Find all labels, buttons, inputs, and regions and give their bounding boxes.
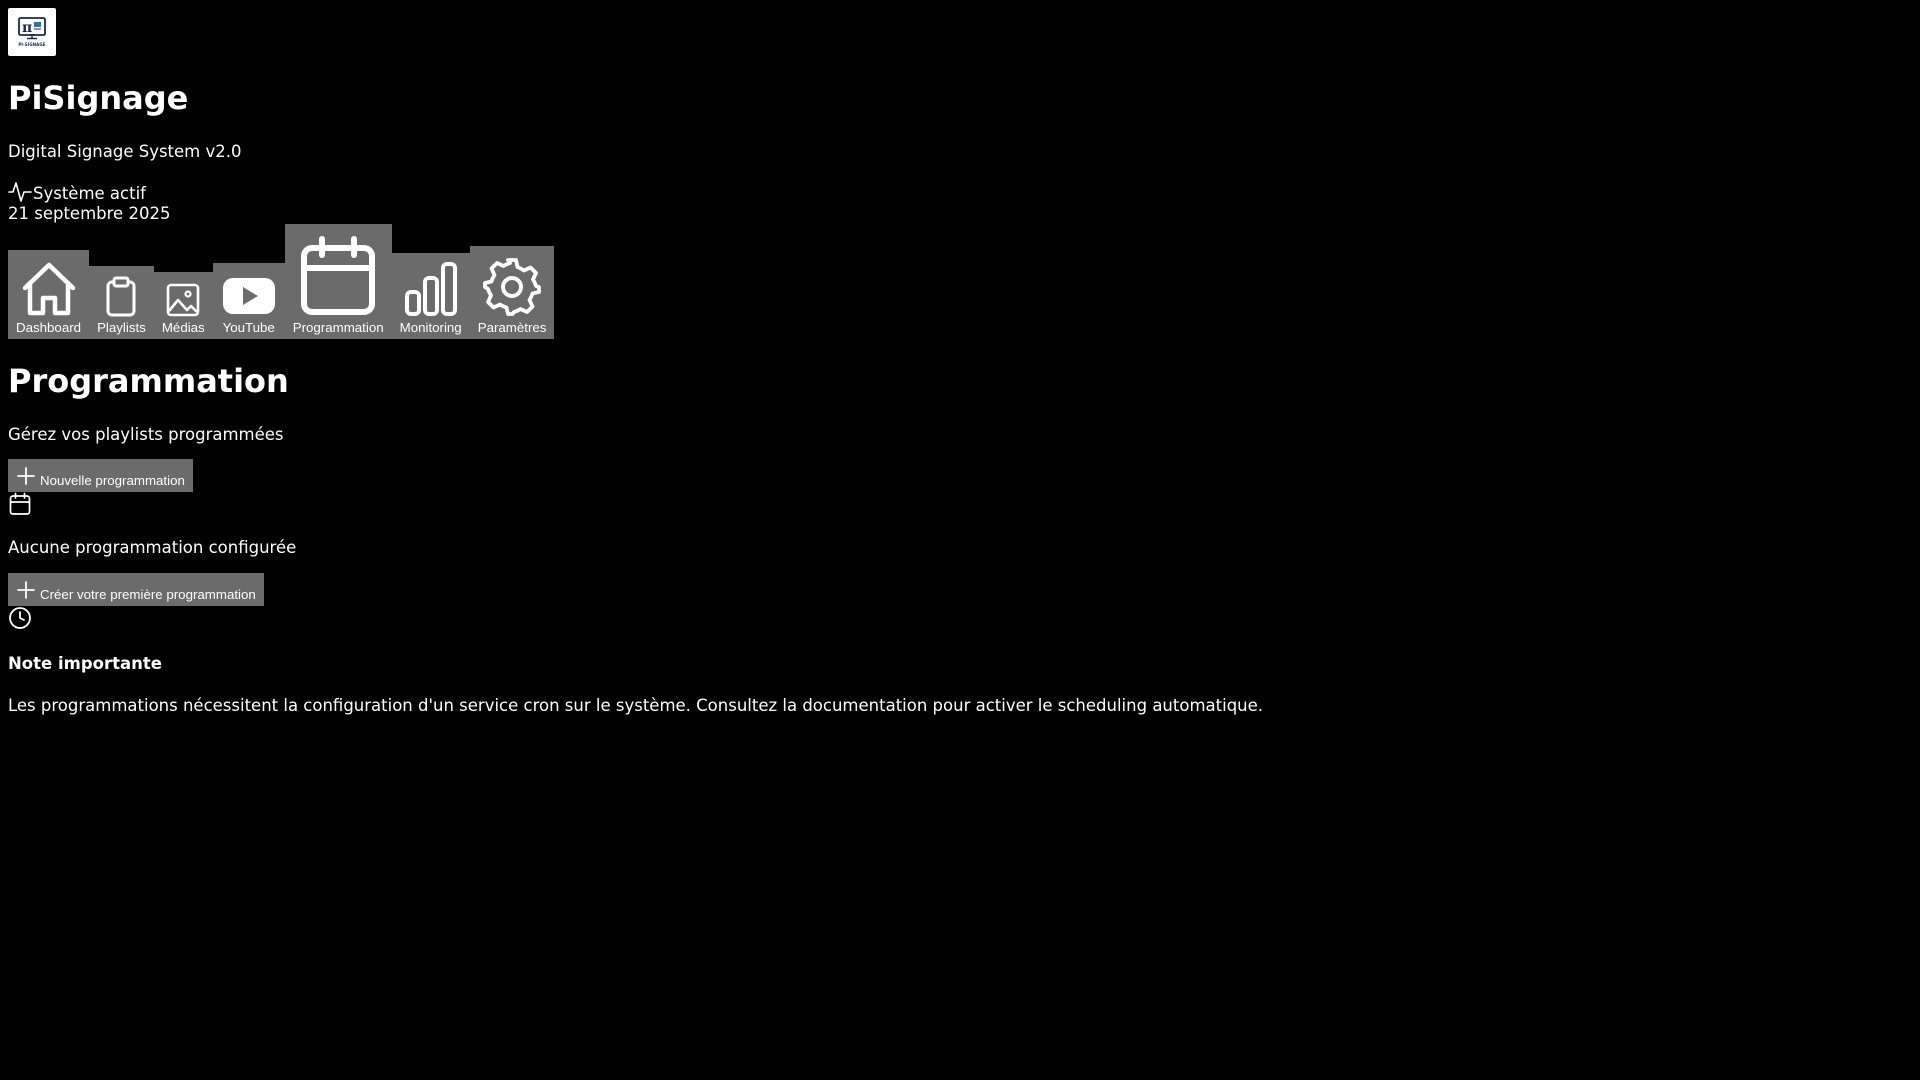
plus-icon [17,467,35,486]
note-text: Les programmations nécessitent la config… [8,695,1264,715]
clipboard-icon [106,276,136,317]
home-icon [22,263,75,316]
status-text: Système actif [33,184,146,203]
nav-label-monitoring: Monitoring [399,320,462,336]
empty-state-text: Aucune programmation configurée [8,538,297,558]
gear-icon [483,258,541,317]
app-title: PiSignage [8,79,189,117]
youtube-icon [222,278,275,315]
nav-label-programmation: Programmation [292,320,384,336]
nav-dashboard[interactable]: Dashboard [8,249,90,339]
activity-icon [8,181,32,202]
nav-label-dashboard: Dashboard [16,320,82,336]
section-title: Programmation [8,361,289,400]
nav-parametres[interactable]: Paramètres [469,245,555,339]
app-subtitle: Digital Signage System v2.0 [8,142,242,161]
new-schedule-button[interactable]: Nouvelle programmation [8,459,193,493]
current-date: 21 septembre 2025 [8,203,171,223]
calendar-icon [301,236,376,316]
plus-icon [17,581,35,600]
nav-label-youtube: YouTube [222,320,275,336]
pi-monitor-icon: π [18,17,46,40]
nav-playlists[interactable]: Playlists [89,265,154,339]
calendar-icon [9,493,31,516]
clock-icon [9,607,31,630]
system-status: Système actif [8,180,1912,204]
logo-text: PI-SIGNAGE [18,42,46,47]
nav-programmation[interactable]: Programmation [284,223,392,339]
page: π PI-SIGNAGE PiSignage Digital Signage S… [0,0,1920,1080]
create-first-schedule-label: Créer votre première programmation [40,587,256,603]
app-logo: π PI-SIGNAGE [8,8,56,56]
section-subtitle: Gérez vos playlists programmées [8,424,284,444]
new-schedule-label: Nouvelle programmation [40,473,185,489]
note-title: Note importante [8,654,162,674]
bar-chart-icon [404,262,457,317]
main-nav: Dashboard Playlists Médias YouTube Progr… [8,223,1912,339]
nav-medias[interactable]: Médias [153,271,213,339]
nav-label-parametres: Paramètres [477,320,547,336]
image-icon [166,284,200,317]
nav-monitoring[interactable]: Monitoring [391,252,470,339]
nav-label-playlists: Playlists [97,320,146,336]
nav-youtube[interactable]: YouTube [212,262,285,339]
nav-label-medias: Médias [161,320,205,336]
create-first-schedule-button[interactable]: Créer votre première programmation [8,573,264,607]
svg-text:π: π [22,20,32,36]
